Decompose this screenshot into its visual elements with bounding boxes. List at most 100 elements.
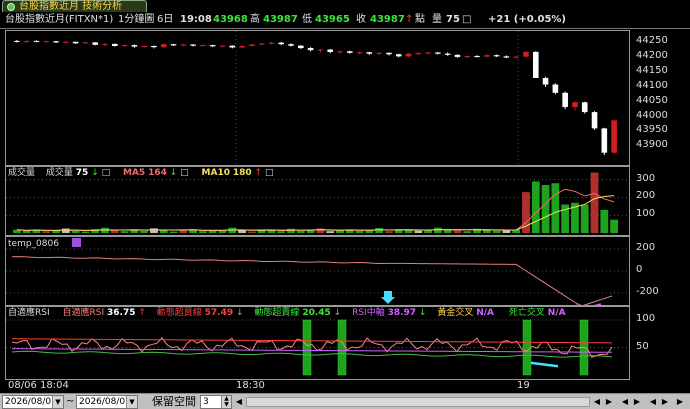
tab-title: 台股指數近月 技術分析	[19, 1, 123, 12]
candle-body	[366, 52, 373, 54]
volume-bar	[541, 185, 550, 233]
scroll-first-icon[interactable]: ◀	[234, 396, 244, 407]
volume-bar	[326, 231, 335, 233]
cursor-marker-icon	[381, 291, 395, 304]
dropdown-arrow-icon[interactable]: ▼	[126, 396, 137, 408]
volume-bar	[531, 181, 540, 233]
rsi-axis: 100 50	[632, 306, 690, 380]
volume-bar	[169, 231, 178, 233]
rsi-midline-value: 38.97	[387, 308, 417, 318]
time-value: 19:08	[180, 14, 212, 25]
candle-body	[611, 120, 617, 153]
golden-cross-label: 黃金交叉	[437, 308, 474, 318]
rsi-label: 自適應RSI	[62, 308, 105, 318]
bottom-toolbar: 2026/08/07 ▼ ~ 2026/08/07 ▼ 保留空間 3 ▲ ▼ ◀ …	[0, 393, 690, 409]
candle-body	[92, 42, 99, 45]
tab-technical-analysis[interactable]: 台股指數近月 技術分析	[2, 0, 147, 12]
temp-line	[11, 256, 613, 307]
candle-body	[435, 52, 441, 54]
up-arrow-icon: ↑	[138, 308, 146, 318]
scroll-left-icon[interactable]: ◀	[592, 396, 602, 407]
date-to-value: 2026/08/07	[79, 397, 131, 407]
candle-body	[415, 53, 422, 55]
rsi-panel[interactable]: 自適應RSI 自適應RSI 36.75 ↑ 動態超買線 57.49 ↓ 動態超賣…	[5, 306, 630, 380]
volume-bar	[61, 228, 70, 233]
checkbox-icon[interactable]: □	[102, 168, 111, 178]
volume-label: 成交量	[45, 168, 73, 178]
volume-bar	[42, 231, 51, 233]
zoom-in-icon[interactable]: ▶	[632, 396, 642, 407]
ma10-value: 180	[232, 168, 252, 178]
volume-bar	[110, 230, 119, 233]
scroll-last-icon[interactable]: ▶	[675, 396, 685, 407]
low-value: 43965	[315, 14, 350, 25]
volume-bar	[385, 231, 393, 233]
candle-body	[180, 44, 187, 46]
scroll-next-icon[interactable]: ▶	[660, 396, 670, 407]
scroll-right-icon[interactable]: ▶	[604, 396, 614, 407]
volume-bar	[590, 172, 599, 233]
candle-body	[63, 41, 69, 43]
candle-body	[474, 56, 480, 58]
volume-bar	[140, 230, 149, 233]
candle-body	[229, 45, 236, 48]
candle-body	[239, 45, 245, 48]
volume-axis-tick: 300	[636, 172, 656, 184]
death-cross-value: N/A	[547, 308, 566, 318]
candle-body	[268, 42, 275, 44]
price-axis-tick: 44100	[636, 79, 668, 91]
checkbox-icon[interactable]: □	[462, 12, 471, 28]
temp-title: temp_0806	[8, 239, 59, 249]
stepper-arrows-icon[interactable]: ▲ ▼	[221, 396, 231, 408]
date-from-select[interactable]: 2026/08/07 ▼	[2, 395, 64, 409]
candle-body	[327, 49, 333, 52]
volume-title: 成交量	[8, 168, 36, 178]
volume-bar	[71, 230, 80, 233]
price-axis-tick: 44000	[636, 109, 668, 121]
time-scrollbar[interactable]	[246, 397, 590, 407]
temp-axis: 200 0 -200	[632, 236, 690, 306]
candle-body	[278, 42, 285, 45]
volume-bar	[580, 204, 589, 233]
temp-indicator-panel[interactable]: temp_0806	[5, 236, 630, 309]
price-chart-panel[interactable]	[5, 30, 630, 166]
interval-label[interactable]: 1分鐘圖	[118, 12, 154, 28]
scroll-prev-icon[interactable]: ◀	[648, 396, 658, 407]
indicator-settings-icon[interactable]	[71, 238, 81, 247]
volume-bar	[502, 230, 511, 233]
reserve-space-stepper[interactable]: 3 ▲ ▼	[200, 395, 232, 409]
candle-body	[258, 43, 265, 45]
signal-bar	[302, 319, 312, 376]
checkbox-icon[interactable]: □	[265, 168, 274, 178]
candle-body	[572, 102, 578, 108]
temp-axis-tick: 200	[636, 242, 656, 253]
dropdown-arrow-icon[interactable]: ▼	[52, 396, 63, 408]
volume-bar	[600, 209, 609, 233]
candle-body	[532, 51, 539, 78]
candle-body	[395, 54, 402, 57]
checkbox-icon[interactable]: □	[180, 168, 189, 178]
candle-body	[141, 45, 147, 47]
candle-body	[14, 40, 20, 42]
price-axis: 44250 44200 44150 44100 44050 44000 43950 43900	[632, 30, 690, 166]
candlestick-chart	[14, 31, 617, 165]
volume-bar	[120, 231, 129, 233]
range-separator: ~	[66, 396, 75, 407]
low-label: 低	[302, 14, 312, 25]
candle-body	[444, 53, 451, 55]
candle-body	[493, 55, 500, 57]
candle-body	[484, 55, 490, 57]
zoom-out-icon[interactable]: ◀	[620, 396, 630, 407]
volume-bar	[610, 219, 618, 233]
candle-body	[102, 43, 108, 45]
candle-body	[542, 77, 549, 85]
date-to-select[interactable]: 2026/08/07 ▼	[76, 395, 138, 409]
volume-panel[interactable]: 成交量 成交量 75 ↓ □ MA5 164 ↓ □ MA10 180 ↑ □	[5, 166, 630, 236]
candle-body	[209, 45, 216, 47]
death-cross-label: 死亡交叉	[508, 308, 545, 318]
high-value: 43987	[263, 14, 298, 25]
volume-value: 75	[75, 168, 89, 178]
candle-body	[249, 44, 255, 46]
candle-body	[170, 44, 177, 46]
candle-body	[160, 44, 167, 48]
